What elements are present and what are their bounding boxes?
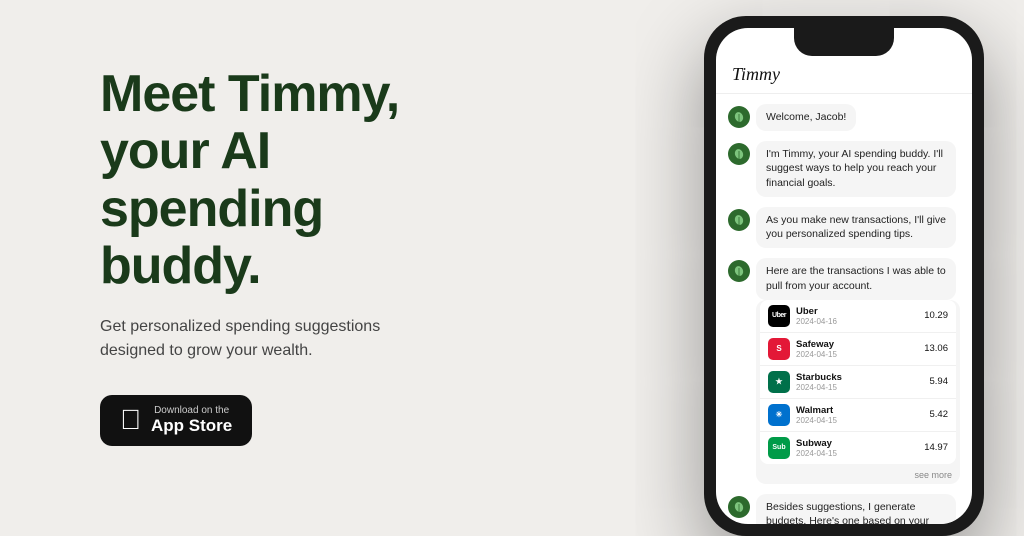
subtitle: Get personalized spending suggestions de…: [100, 315, 440, 363]
transaction-list: Uber Uber 2024-04-16 10.29 S: [760, 300, 956, 464]
tx-starbucks-name: Starbucks: [796, 372, 924, 383]
tx-walmart: ✳ Walmart 2024-04-15 5.42: [760, 399, 956, 432]
store-label: App Store: [151, 416, 232, 436]
subway-logo: Sub: [768, 437, 790, 459]
app-store-text: Download on the App Store: [151, 405, 232, 436]
headline: Meet Timmy, your AI spending buddy.: [100, 66, 480, 295]
avatar-2: [728, 143, 750, 165]
avatar-last: [728, 496, 750, 518]
tx-subway-name: Subway: [796, 438, 918, 449]
app-store-button[interactable]:  Download on the App Store: [100, 395, 252, 446]
phone-wrapper: Timmy Welcome, Jacob!: [704, 16, 984, 536]
tx-starbucks: ★ Starbucks 2024-04-15 5.94: [760, 366, 956, 399]
download-label: Download on the: [151, 405, 232, 416]
tx-intro-bubble: Here are the transactions I was able to …: [756, 258, 956, 299]
chat-message-3: As you make new transactions, I'll give …: [728, 207, 960, 248]
tx-subway: Sub Subway 2024-04-15 14.97: [760, 432, 956, 464]
bubble-3: As you make new transactions, I'll give …: [756, 207, 956, 248]
tx-starbucks-amount: 5.94: [930, 376, 949, 387]
phone-screen: Timmy Welcome, Jacob!: [716, 28, 972, 524]
avatar-1: [728, 106, 750, 128]
phone-notch: [794, 28, 894, 56]
last-message: Besides suggestions, I generate budgets.…: [728, 494, 960, 525]
walmart-logo: ✳: [768, 404, 790, 426]
transactions-section: Here are the transactions I was able to …: [728, 258, 960, 483]
tx-uber-name: Uber: [796, 306, 918, 317]
tx-uber-amount: 10.29: [924, 310, 948, 321]
tx-safeway-name: Safeway: [796, 339, 918, 350]
tx-safeway: S Safeway 2024-04-15 13.06: [760, 333, 956, 366]
bubble-2: I'm Timmy, your AI spending buddy. I'll …: [756, 141, 956, 197]
tx-walmart-name: Walmart: [796, 405, 924, 416]
see-more[interactable]: see more: [756, 468, 960, 484]
avatar-3: [728, 209, 750, 231]
bubble-1: Welcome, Jacob!: [756, 104, 856, 131]
uber-logo: Uber: [768, 305, 790, 327]
avatar-tx: [728, 260, 750, 282]
transactions-bubble: Uber Uber 2024-04-16 10.29 S: [756, 300, 960, 484]
apple-icon: : [120, 406, 141, 434]
tx-walmart-amount: 5.42: [930, 409, 949, 420]
tx-safeway-date: 2024-04-15: [796, 350, 918, 359]
chat-message-1: Welcome, Jacob!: [728, 104, 960, 131]
tx-walmart-date: 2024-04-15: [796, 416, 924, 425]
starbucks-logo: ★: [768, 371, 790, 393]
phone-frame: Timmy Welcome, Jacob!: [704, 16, 984, 536]
last-bubble: Besides suggestions, I generate budgets.…: [756, 494, 956, 525]
tx-subway-date: 2024-04-15: [796, 449, 918, 458]
tx-starbucks-date: 2024-04-15: [796, 383, 924, 392]
tx-subway-amount: 14.97: [924, 442, 948, 453]
left-section: Meet Timmy, your AI spending buddy. Get …: [0, 66, 480, 446]
chat-message-2: I'm Timmy, your AI spending buddy. I'll …: [728, 141, 960, 197]
tx-safeway-amount: 13.06: [924, 343, 948, 354]
tx-uber-date: 2024-04-16: [796, 317, 918, 326]
tx-uber: Uber Uber 2024-04-16 10.29: [760, 300, 956, 333]
safeway-logo: S: [768, 338, 790, 360]
tx-intro-msg: Here are the transactions I was able to …: [728, 258, 960, 299]
chat-area: Welcome, Jacob! I'm Timmy, your AI spend…: [716, 94, 972, 524]
